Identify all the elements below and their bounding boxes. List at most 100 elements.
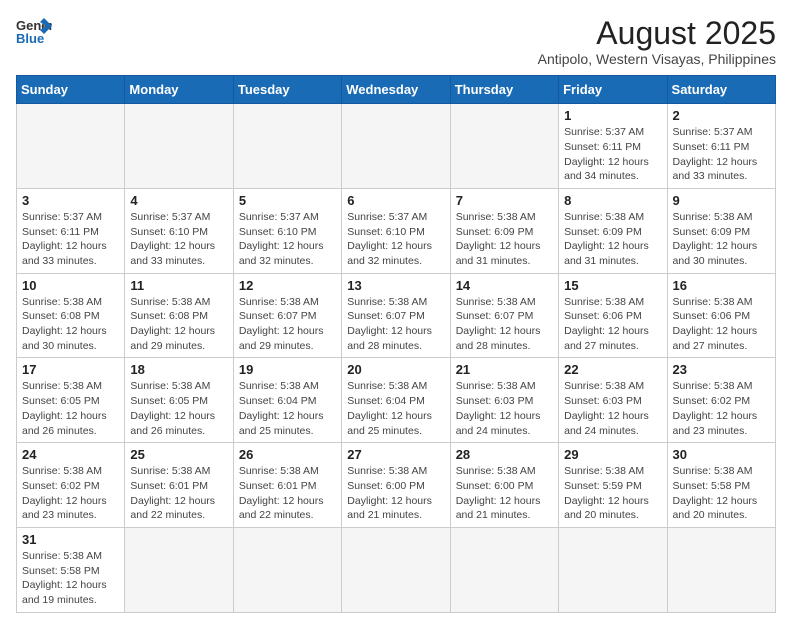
- calendar-week-row: 31Sunrise: 5:38 AM Sunset: 5:58 PM Dayli…: [17, 527, 776, 612]
- day-info: Sunrise: 5:37 AM Sunset: 6:10 PM Dayligh…: [239, 210, 336, 269]
- calendar-cell: 28 Sunrise: 5:38 AM Sunset: 6:00 PM Dayli…: [450, 443, 558, 528]
- svg-text:Blue: Blue: [16, 31, 44, 46]
- calendar-cell: 24Sunrise: 5:38 AM Sunset: 6:02 PM Dayli…: [17, 443, 125, 528]
- day-number: 12: [239, 278, 336, 293]
- col-header-sunday: Sunday: [17, 76, 125, 104]
- day-number: 10: [22, 278, 119, 293]
- day-number: 28: [456, 447, 553, 462]
- day-number: 8: [564, 193, 661, 208]
- day-info: Sunrise: 5:38 AM Sunset: 5:59 PM Dayligh…: [564, 464, 661, 523]
- day-number: 4: [130, 193, 227, 208]
- col-header-saturday: Saturday: [667, 76, 775, 104]
- day-info: Sunrise: 5:38 AM Sunset: 6:00 PM Dayligh…: [456, 464, 553, 523]
- calendar-cell: [559, 527, 667, 612]
- day-info: Sunrise: 5:38 AM Sunset: 6:01 PM Dayligh…: [130, 464, 227, 523]
- calendar-cell: [450, 527, 558, 612]
- calendar-cell: 23 Sunrise: 5:38 AM Sunset: 6:02 PM Dayli…: [667, 358, 775, 443]
- location-subtitle: Antipolo, Western Visayas, Philippines: [538, 51, 776, 67]
- calendar-cell: [450, 104, 558, 189]
- day-info: Sunrise: 5:38 AM Sunset: 6:01 PM Dayligh…: [239, 464, 336, 523]
- day-number: 27: [347, 447, 444, 462]
- day-number: 30: [673, 447, 770, 462]
- calendar-week-row: 17Sunrise: 5:38 AM Sunset: 6:05 PM Dayli…: [17, 358, 776, 443]
- month-year-title: August 2025: [538, 16, 776, 51]
- calendar-cell: 17Sunrise: 5:38 AM Sunset: 6:05 PM Dayli…: [17, 358, 125, 443]
- day-info: Sunrise: 5:38 AM Sunset: 6:02 PM Dayligh…: [22, 464, 119, 523]
- day-number: 20: [347, 362, 444, 377]
- calendar-table: SundayMondayTuesdayWednesdayThursdayFrid…: [16, 75, 776, 613]
- day-number: 22: [564, 362, 661, 377]
- title-area: August 2025 Antipolo, Western Visayas, P…: [538, 16, 776, 67]
- day-number: 11: [130, 278, 227, 293]
- day-number: 6: [347, 193, 444, 208]
- day-number: 14: [456, 278, 553, 293]
- calendar-cell: 22 Sunrise: 5:38 AM Sunset: 6:03 PM Dayli…: [559, 358, 667, 443]
- calendar-cell: [233, 104, 341, 189]
- day-number: 5: [239, 193, 336, 208]
- day-number: 26: [239, 447, 336, 462]
- day-number: 3: [22, 193, 119, 208]
- day-number: 7: [456, 193, 553, 208]
- calendar-cell: [342, 104, 450, 189]
- day-info: Sunrise: 5:37 AM Sunset: 6:10 PM Dayligh…: [347, 210, 444, 269]
- col-header-monday: Monday: [125, 76, 233, 104]
- day-number: 9: [673, 193, 770, 208]
- col-header-tuesday: Tuesday: [233, 76, 341, 104]
- day-info: Sunrise: 5:38 AM Sunset: 6:02 PM Dayligh…: [673, 379, 770, 438]
- calendar-cell: [667, 527, 775, 612]
- day-info: Sunrise: 5:37 AM Sunset: 6:11 PM Dayligh…: [22, 210, 119, 269]
- calendar-cell: 30 Sunrise: 5:38 AM Sunset: 5:58 PM Dayli…: [667, 443, 775, 528]
- calendar-cell: 18 Sunrise: 5:38 AM Sunset: 6:05 PM Dayli…: [125, 358, 233, 443]
- day-info: Sunrise: 5:38 AM Sunset: 6:04 PM Dayligh…: [347, 379, 444, 438]
- day-info: Sunrise: 5:38 AM Sunset: 6:07 PM Dayligh…: [239, 295, 336, 354]
- calendar-cell: 27 Sunrise: 5:38 AM Sunset: 6:00 PM Dayli…: [342, 443, 450, 528]
- day-info: Sunrise: 5:38 AM Sunset: 6:09 PM Dayligh…: [673, 210, 770, 269]
- day-info: Sunrise: 5:38 AM Sunset: 6:05 PM Dayligh…: [130, 379, 227, 438]
- logo: General Blue: [16, 16, 52, 46]
- calendar-cell: 29Sunrise: 5:38 AM Sunset: 5:59 PM Dayli…: [559, 443, 667, 528]
- day-info: Sunrise: 5:38 AM Sunset: 6:04 PM Dayligh…: [239, 379, 336, 438]
- calendar-cell: [233, 527, 341, 612]
- calendar-cell: 11 Sunrise: 5:38 AM Sunset: 6:08 PM Dayli…: [125, 273, 233, 358]
- calendar-cell: 20 Sunrise: 5:38 AM Sunset: 6:04 PM Dayli…: [342, 358, 450, 443]
- day-info: Sunrise: 5:38 AM Sunset: 6:00 PM Dayligh…: [347, 464, 444, 523]
- calendar-cell: 25 Sunrise: 5:38 AM Sunset: 6:01 PM Dayli…: [125, 443, 233, 528]
- calendar-cell: 2Sunrise: 5:37 AM Sunset: 6:11 PM Daylig…: [667, 104, 775, 189]
- day-info: Sunrise: 5:38 AM Sunset: 6:09 PM Dayligh…: [564, 210, 661, 269]
- calendar-cell: 6 Sunrise: 5:37 AM Sunset: 6:10 PM Daylig…: [342, 188, 450, 273]
- calendar-week-row: 10 Sunrise: 5:38 AM Sunset: 6:08 PM Dayli…: [17, 273, 776, 358]
- day-number: 18: [130, 362, 227, 377]
- day-number: 16: [673, 278, 770, 293]
- calendar-cell: 16 Sunrise: 5:38 AM Sunset: 6:06 PM Dayli…: [667, 273, 775, 358]
- day-info: Sunrise: 5:38 AM Sunset: 6:09 PM Dayligh…: [456, 210, 553, 269]
- calendar-cell: 5 Sunrise: 5:37 AM Sunset: 6:10 PM Daylig…: [233, 188, 341, 273]
- calendar-week-row: 24Sunrise: 5:38 AM Sunset: 6:02 PM Dayli…: [17, 443, 776, 528]
- header: General Blue August 2025 Antipolo, Weste…: [16, 16, 776, 67]
- col-header-thursday: Thursday: [450, 76, 558, 104]
- day-info: Sunrise: 5:37 AM Sunset: 6:11 PM Dayligh…: [673, 125, 770, 184]
- col-header-wednesday: Wednesday: [342, 76, 450, 104]
- day-info: Sunrise: 5:37 AM Sunset: 6:10 PM Dayligh…: [130, 210, 227, 269]
- day-info: Sunrise: 5:38 AM Sunset: 6:08 PM Dayligh…: [130, 295, 227, 354]
- day-number: 23: [673, 362, 770, 377]
- calendar-week-row: 1Sunrise: 5:37 AM Sunset: 6:11 PM Daylig…: [17, 104, 776, 189]
- calendar-cell: 7 Sunrise: 5:38 AM Sunset: 6:09 PM Daylig…: [450, 188, 558, 273]
- day-number: 31: [22, 532, 119, 547]
- day-number: 25: [130, 447, 227, 462]
- calendar-header-row: SundayMondayTuesdayWednesdayThursdayFrid…: [17, 76, 776, 104]
- day-info: Sunrise: 5:38 AM Sunset: 5:58 PM Dayligh…: [673, 464, 770, 523]
- calendar-cell: [125, 527, 233, 612]
- calendar-cell: [125, 104, 233, 189]
- calendar-cell: 12 Sunrise: 5:38 AM Sunset: 6:07 PM Dayli…: [233, 273, 341, 358]
- calendar-cell: [17, 104, 125, 189]
- day-info: Sunrise: 5:38 AM Sunset: 6:07 PM Dayligh…: [347, 295, 444, 354]
- day-info: Sunrise: 5:38 AM Sunset: 6:06 PM Dayligh…: [673, 295, 770, 354]
- calendar-cell: 4 Sunrise: 5:37 AM Sunset: 6:10 PM Daylig…: [125, 188, 233, 273]
- calendar-week-row: 3 Sunrise: 5:37 AM Sunset: 6:11 PM Daylig…: [17, 188, 776, 273]
- day-number: 13: [347, 278, 444, 293]
- day-number: 21: [456, 362, 553, 377]
- day-info: Sunrise: 5:38 AM Sunset: 6:08 PM Dayligh…: [22, 295, 119, 354]
- day-info: Sunrise: 5:38 AM Sunset: 6:03 PM Dayligh…: [564, 379, 661, 438]
- calendar-cell: 9 Sunrise: 5:38 AM Sunset: 6:09 PM Daylig…: [667, 188, 775, 273]
- calendar-cell: 14Sunrise: 5:38 AM Sunset: 6:07 PM Dayli…: [450, 273, 558, 358]
